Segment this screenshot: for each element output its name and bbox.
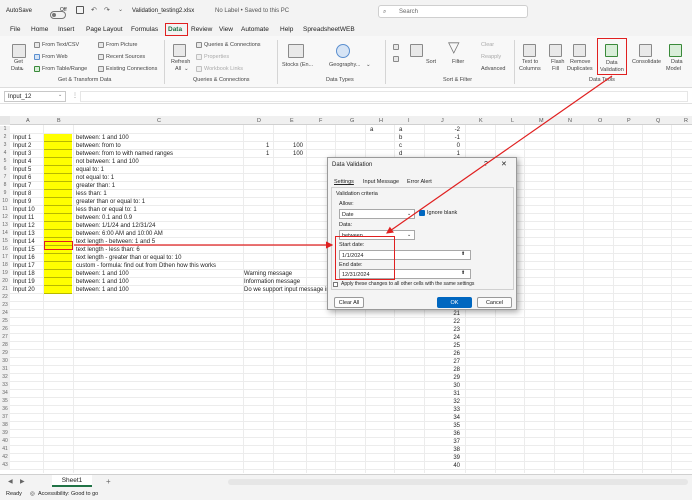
annotation-arrows xyxy=(74,75,613,249)
arrow-ribbon-to-dialog xyxy=(386,75,613,234)
